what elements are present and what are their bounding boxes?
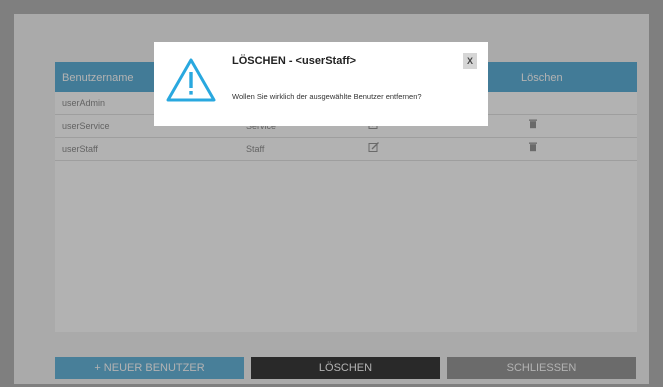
- dialog-close-button[interactable]: X: [463, 53, 477, 69]
- warning-icon: [165, 56, 217, 104]
- delete-confirm-dialog: LÖSCHEN - <userStaff> Wollen Sie wirklic…: [154, 42, 488, 126]
- dialog-title: LÖSCHEN - <userStaff>: [232, 55, 357, 67]
- dialog-message: Wollen Sie wirklich der ausgewählte Benu…: [232, 92, 422, 101]
